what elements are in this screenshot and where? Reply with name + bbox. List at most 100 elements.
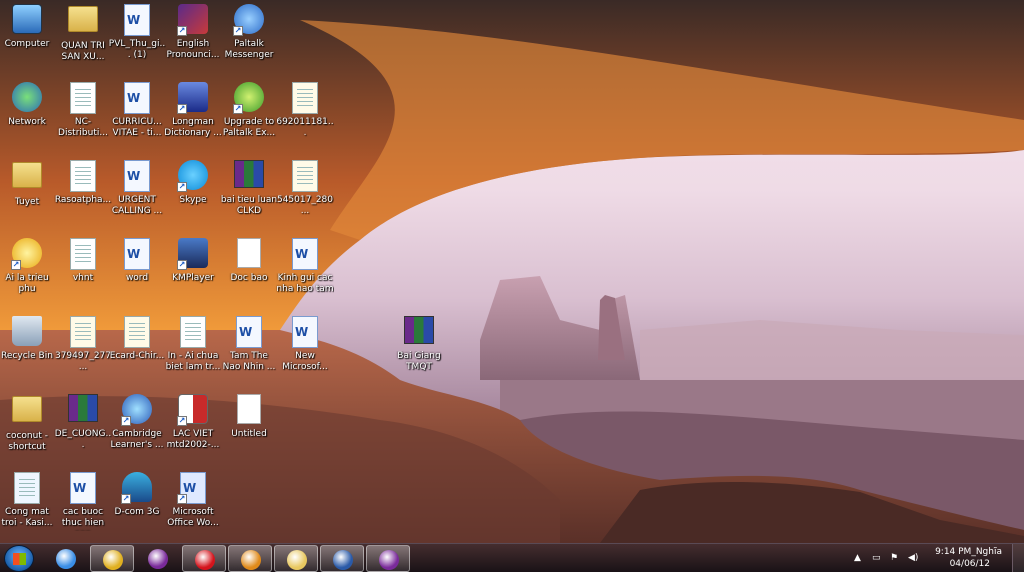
taskbar-button[interactable] [228, 545, 272, 572]
desktop-icon[interactable]: Bai Giang TMQT [390, 314, 448, 386]
yahoo-messenger-icon [148, 549, 168, 569]
desktop-icon[interactable]: Cong mat troi - Kasi... [0, 470, 56, 542]
desktop-icon-label: Kinh gui cac nha hao tam [276, 273, 334, 294]
desktop-icon[interactable]: PVL_Thu_gi... (1) [108, 2, 166, 74]
desktop-icon[interactable]: DE_CUONG... [54, 392, 112, 464]
desktop-icon[interactable]: Rasoatpha... [54, 158, 112, 230]
desktop-icon-label: D-com 3G [114, 507, 160, 517]
folder-icon [11, 396, 43, 428]
desktop-icon[interactable]: QUAN TRI SAN XU... [54, 2, 112, 74]
windows-start-icon[interactable] [4, 545, 34, 572]
desktop-icon[interactable]: Computer [0, 2, 56, 74]
shortcut-arrow-icon: ↗ [177, 104, 187, 114]
folder-icon [11, 162, 43, 194]
desktop-icon-label: cac buoc thuc hien seo [61, 507, 105, 531]
image-file-icon [289, 160, 321, 192]
windows-explorer-icon [287, 550, 307, 570]
clock-time[interactable]: 9:14 PM_Nghĩa [935, 547, 1002, 558]
taskbar-button[interactable] [320, 545, 364, 572]
yahoo-messenger-chat-icon [379, 550, 399, 570]
desktop-icon[interactable]: Recycle Bin [0, 314, 56, 386]
word-document-icon [121, 4, 153, 36]
taskbar-button[interactable] [90, 545, 134, 572]
desktop-icon[interactable]: In - Ai chua biet lam tr... [164, 314, 222, 386]
word-document-icon [289, 238, 321, 270]
desktop-icon[interactable]: ↗ Cambridge Learner's ... [108, 392, 166, 464]
desktop-icon[interactable]: Ecard-Chir... [108, 314, 166, 386]
kmplayer-icon: ↗ [177, 238, 209, 270]
desktop-icon[interactable]: ↗ KMPlayer [164, 236, 222, 308]
desktop-icon-label: word [125, 273, 149, 283]
document-icon [67, 238, 99, 270]
desktop-icon[interactable]: coconut - shortcut [0, 392, 56, 464]
image-file-icon [67, 316, 99, 348]
document-icon [67, 82, 99, 114]
desktop-icon-label: Microsoft Office Wo... [167, 507, 219, 528]
desktop-icon[interactable]: ↗ English Pronounci... [164, 2, 222, 74]
shortcut-arrow-icon: ↗ [233, 26, 243, 36]
desktop-icon[interactable]: Tuyet [0, 158, 56, 230]
desktop-icon[interactable]: CURRICU... VITAE - ti... [108, 80, 166, 152]
desktop-icon-label: 545017_280... [276, 195, 334, 216]
desktop-icon[interactable]: ↗ Ai la trieu phu [0, 236, 56, 308]
action-center-icon[interactable]: ⚑ [890, 553, 900, 563]
word-document-icon [121, 160, 153, 192]
shortcut-arrow-icon: ↗ [177, 494, 187, 504]
desktop-icon[interactable]: Tam The Nao Nhin ... [220, 314, 278, 386]
desktop-icon[interactable]: Doc bao [220, 236, 278, 308]
desktop-icon[interactable]: Kinh gui cac nha hao tam [276, 236, 334, 308]
show-hidden-icons-icon[interactable]: ▲ [854, 553, 864, 563]
system-tray: ▲ ▭ ⚑ ◀) 9:14 PM_Nghĩa 04/06/12 [854, 544, 1024, 572]
desktop-icon-label: vhnt [72, 273, 94, 283]
desktop-icon[interactable]: 545017_280... [276, 158, 334, 230]
desktop-icon-label: 692011181... [276, 117, 334, 138]
network-icon [11, 82, 43, 114]
desktop-icon[interactable]: vhnt [54, 236, 112, 308]
network-tray-icon[interactable]: ▭ [872, 553, 882, 563]
word-document-icon [121, 238, 153, 270]
desktop-icon[interactable]: 379497_277... [54, 314, 112, 386]
desktop-icon[interactable]: word [108, 236, 166, 308]
desktop-icon[interactable]: ↗ LAC VIET mtd2002-... [164, 392, 222, 464]
desktop-icon[interactable]: ↗ Longman Dictionary ... [164, 80, 222, 152]
desktop-icon[interactable]: NC-Distributi... [54, 80, 112, 152]
taskbar-button[interactable] [366, 545, 410, 572]
desktop-icon[interactable]: ↗ Paltalk Messenger [220, 2, 278, 74]
desktop-icon-label: Rasoatpha... [54, 195, 112, 205]
desktop-icon-label: Longman Dictionary ... [164, 117, 222, 138]
desktop-icon[interactable]: URGENT CALLING ... [108, 158, 166, 230]
taskbar-button[interactable] [182, 545, 226, 572]
desktop-icon[interactable]: ↗ Skype [164, 158, 222, 230]
media-player-icon [241, 550, 261, 570]
desktop-icon[interactable]: Network [0, 80, 56, 152]
taskbar-button[interactable] [44, 545, 88, 572]
desktop-icon[interactable]: ↗ D-com 3G [108, 470, 166, 542]
desktop-icon[interactable]: ↗ Upgrade to Paltalk Ex... [220, 80, 278, 152]
desktop-icon-label: Tam The Nao Nhin ... [222, 351, 276, 372]
winrar-archive-icon [403, 316, 435, 348]
desktop-icon[interactable]: 692011181... [276, 80, 334, 152]
desktop-icon-label: Cong mat troi - Kasi... [1, 507, 53, 528]
desktop-icon-label: DE_CUONG... [54, 429, 112, 450]
desktop-icon[interactable]: cac buoc thuc hien seo [54, 470, 112, 542]
desktop-icon[interactable]: bai tieu luan CLKD [220, 158, 278, 230]
desktop-icon[interactable]: ↗ Microsoft Office Wo... [164, 470, 222, 542]
clock-date[interactable]: 04/06/12 [950, 559, 990, 570]
desktop-icon[interactable]: Untitled [220, 392, 278, 464]
word-document-icon [121, 82, 153, 114]
taskbar-button[interactable] [136, 545, 180, 572]
desktop-icon-label: Skype [179, 195, 207, 205]
desktop-icon-label: NC-Distributi... [58, 117, 108, 138]
word-document-icon [233, 316, 265, 348]
word-icon [333, 550, 353, 570]
volume-icon[interactable]: ◀) [908, 553, 918, 563]
winrar-archive-icon [67, 394, 99, 426]
desktop-icon-label: 379497_277... [54, 351, 112, 372]
taskbar-button[interactable] [274, 545, 318, 572]
computer-icon [11, 4, 43, 36]
desktop-icon[interactable]: New Microsof... [276, 314, 334, 386]
word-application-icon: ↗ [177, 472, 209, 504]
desktop-icon-label: Network [8, 117, 46, 127]
show-desktop-button[interactable] [1012, 544, 1024, 572]
shortcut-arrow-icon: ↗ [121, 416, 131, 426]
